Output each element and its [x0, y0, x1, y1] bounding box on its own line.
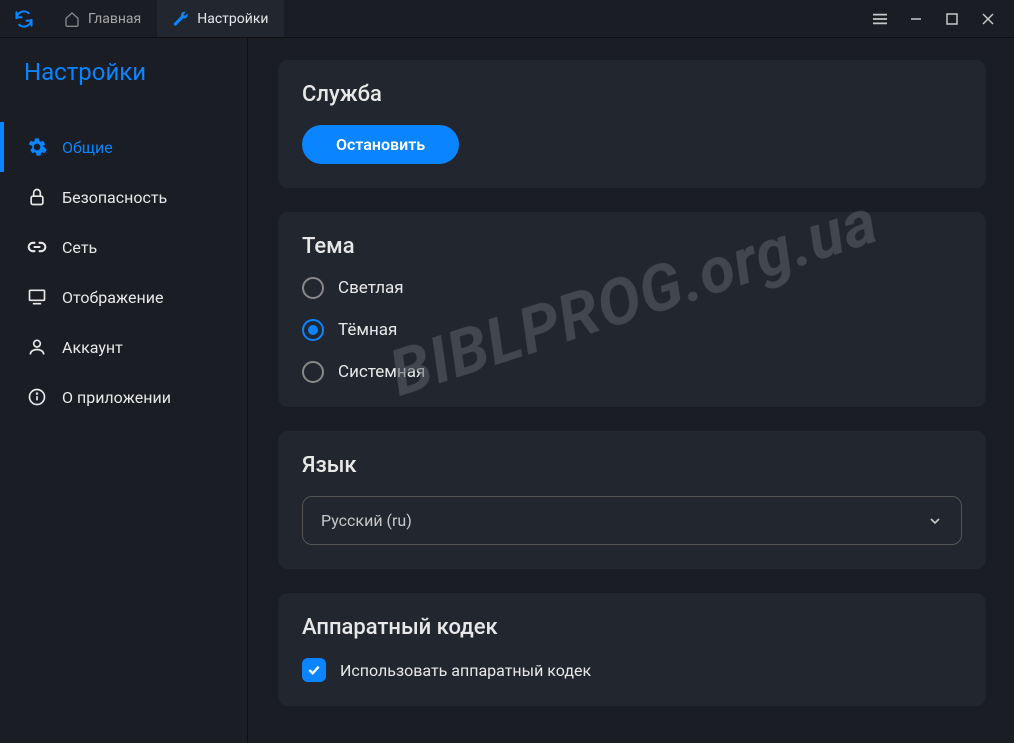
sidebar-item-label: Отображение [62, 288, 163, 307]
radio-label: Системная [338, 362, 425, 382]
codec-checkbox-label: Использовать аппаратный кодек [340, 661, 591, 680]
sidebar-item-security[interactable]: Безопасность [0, 172, 247, 222]
page-title: Настройки [0, 58, 247, 122]
monitor-icon [26, 286, 48, 308]
lock-icon [26, 186, 48, 208]
language-card: Язык Русский (ru) [278, 431, 986, 569]
sidebar-item-display[interactable]: Отображение [0, 272, 247, 322]
sidebar-item-label: Аккаунт [62, 338, 123, 357]
tab-home-label: Главная [88, 11, 141, 27]
theme-title: Тема [302, 234, 962, 259]
theme-radio-system[interactable]: Системная [302, 361, 962, 383]
close-button[interactable] [974, 5, 1002, 33]
maximize-button[interactable] [938, 5, 966, 33]
language-selected-value: Русский (ru) [321, 511, 412, 530]
language-select[interactable]: Русский (ru) [302, 496, 962, 545]
titlebar: Главная Настройки [0, 0, 1014, 38]
service-card: Служба Остановить [278, 60, 986, 188]
sidebar-item-label: Безопасность [62, 188, 167, 207]
radio-label: Тёмная [338, 320, 397, 340]
radio-label: Светлая [338, 278, 404, 298]
tab-settings[interactable]: Настройки [157, 0, 284, 37]
sidebar: Настройки Общие Безопасность Сеть Отобра… [0, 38, 248, 743]
sidebar-item-label: Сеть [62, 238, 97, 257]
codec-title: Аппаратный кодек [302, 615, 962, 640]
link-icon [26, 236, 48, 258]
radio-icon [302, 319, 324, 341]
sidebar-item-about[interactable]: О приложении [0, 372, 247, 422]
theme-card: Тема Светлая Тёмная Системная [278, 212, 986, 407]
sidebar-item-general[interactable]: Общие [0, 122, 247, 172]
codec-checkbox-row[interactable]: Использовать аппаратный кодек [302, 658, 962, 682]
sidebar-item-label: О приложении [62, 388, 171, 407]
stop-service-button[interactable]: Остановить [302, 125, 459, 164]
theme-radio-light[interactable]: Светлая [302, 277, 962, 299]
info-icon [26, 386, 48, 408]
home-icon [64, 11, 80, 27]
window-controls [854, 0, 1014, 37]
main-content: Служба Остановить Тема Светлая Тёмная Си… [248, 38, 1014, 743]
theme-radio-dark[interactable]: Тёмная [302, 319, 962, 341]
minimize-button[interactable] [902, 5, 930, 33]
codec-card: Аппаратный кодек Использовать аппаратный… [278, 593, 986, 706]
sidebar-item-label: Общие [62, 138, 113, 157]
app-logo-icon [0, 0, 48, 37]
service-title: Служба [302, 82, 962, 107]
tab-home[interactable]: Главная [48, 0, 157, 37]
checkbox-icon [302, 658, 326, 682]
sidebar-item-network[interactable]: Сеть [0, 222, 247, 272]
radio-icon [302, 277, 324, 299]
menu-button[interactable] [866, 5, 894, 33]
user-icon [26, 336, 48, 358]
radio-icon [302, 361, 324, 383]
gear-icon [26, 136, 48, 158]
sidebar-item-account[interactable]: Аккаунт [0, 322, 247, 372]
wrench-icon [173, 11, 189, 27]
chevron-down-icon [927, 513, 943, 529]
tab-settings-label: Настройки [197, 11, 268, 27]
language-title: Язык [302, 453, 962, 478]
